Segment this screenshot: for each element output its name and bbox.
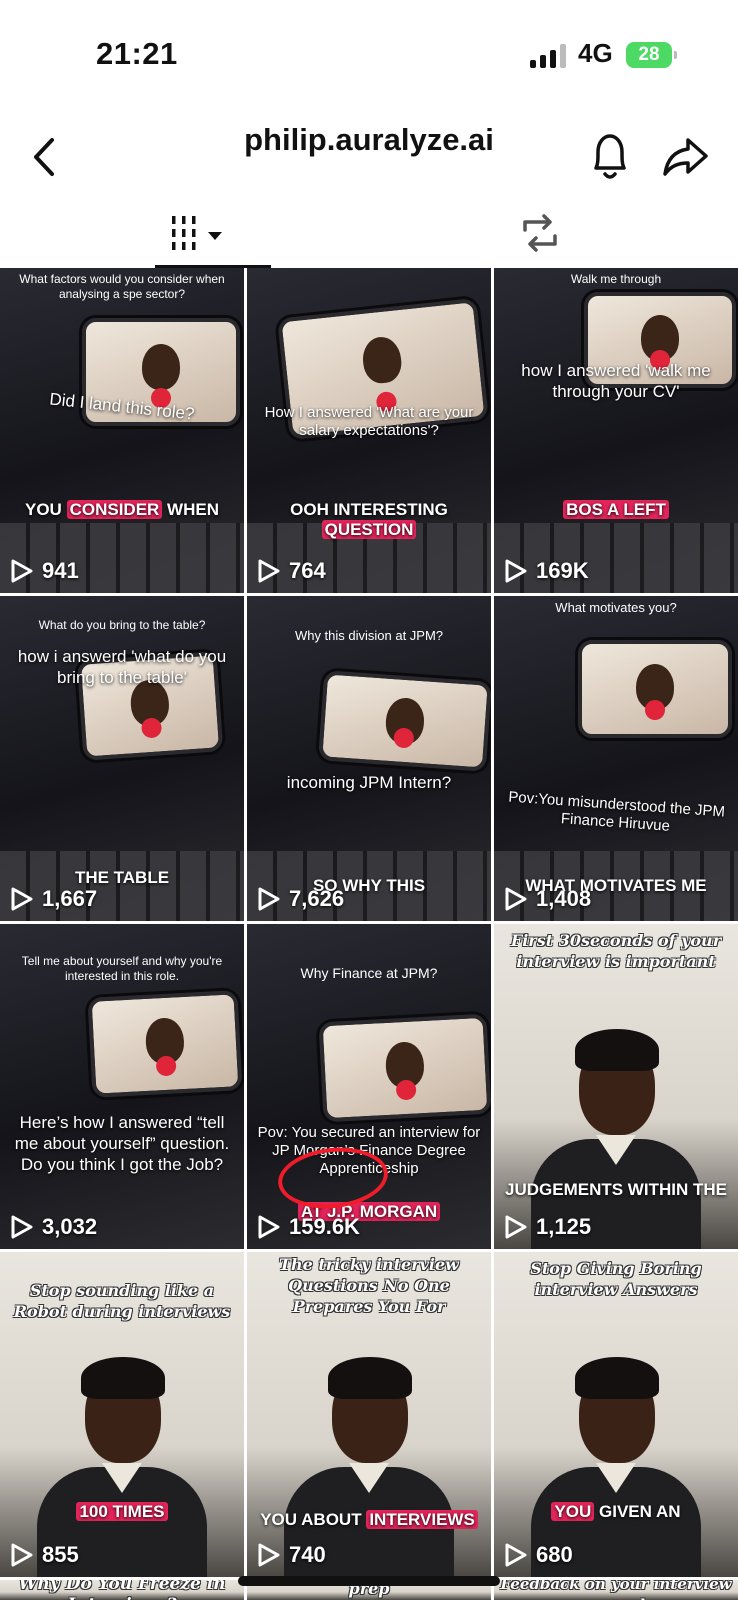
laptop-screen — [318, 670, 491, 772]
network-label: 4G — [578, 38, 613, 68]
play-icon — [505, 887, 527, 911]
play-icon — [11, 887, 33, 911]
play-icon — [258, 887, 280, 911]
video-headline: The tricky interview Questions No One Pr… — [279, 1255, 459, 1316]
video-caption: BOS A LEFT — [494, 500, 738, 520]
view-count: 159.6K — [257, 1213, 360, 1241]
play-icon — [258, 1543, 280, 1567]
play-icon — [11, 1543, 33, 1567]
laptop-screen — [318, 1013, 491, 1123]
status-time: 21:21 — [96, 36, 178, 71]
view-count: 3,032 — [10, 1213, 97, 1241]
laptop-screen — [87, 990, 243, 1098]
video-caption: YOU CONSIDER WHEN — [25, 500, 219, 519]
view-count: 1,125 — [504, 1213, 591, 1241]
video-question: Tell me about yourself and why you're in… — [21, 954, 223, 983]
video-tile[interactable]: The tricky interview Questions No One Pr… — [247, 1252, 491, 1577]
play-icon — [258, 559, 280, 583]
view-count: 855 — [10, 1541, 79, 1569]
video-tile[interactable]: Why this division at JPM? incoming JPM I… — [247, 596, 491, 921]
video-tile[interactable]: Walk me through how I answered 'walk me … — [494, 268, 738, 593]
video-caption: JUDGEMENTS WITHIN THE — [505, 1180, 727, 1199]
view-count: 941 — [10, 557, 79, 585]
signal-icon — [530, 44, 568, 68]
video-question: Walk me through — [570, 272, 662, 286]
video-caption: OOH INTERESTING QUESTION — [290, 500, 448, 539]
play-icon — [505, 1215, 527, 1239]
video-caption: 100 TIMES — [0, 1502, 244, 1522]
play-icon — [505, 1543, 527, 1567]
video-tile[interactable]: Why Finance at JPM? Pov: You secured an … — [247, 924, 491, 1249]
share-icon[interactable] — [660, 132, 710, 180]
play-icon — [11, 559, 33, 583]
view-count: 169K — [504, 557, 589, 585]
video-question: Why this division at JPM? — [294, 628, 444, 643]
video-question: What do you bring to the table? — [38, 618, 206, 632]
video-tile[interactable]: Stop Giving Boring interview Answers YOU… — [494, 1252, 738, 1577]
video-overlay-text: How I answered 'What are your salary exp… — [264, 404, 474, 439]
video-overlay-text: Here’s how I answered “tell me about you… — [14, 1113, 230, 1174]
view-count: 680 — [504, 1541, 573, 1569]
person-thumbnail — [37, 1327, 207, 1577]
view-count: 764 — [257, 557, 326, 585]
video-question: Why Finance at JPM? — [300, 965, 438, 981]
video-tile[interactable]: How I answered 'What are your salary exp… — [247, 268, 491, 593]
video-headline: Stop sounding like a Robot during interv… — [13, 1281, 231, 1321]
content-tabs — [0, 200, 738, 268]
video-headline: Why Do You Freeze in Interviews? — [18, 1580, 226, 1600]
repost-icon — [523, 214, 557, 252]
video-question: What factors would you consider when ana… — [19, 272, 225, 301]
home-indicator — [238, 1576, 500, 1586]
video-tile[interactable]: Tell me about yourself and why you're in… — [0, 924, 244, 1249]
person-thumbnail — [531, 1327, 701, 1577]
video-headline: Stop Giving Boring interview Answers — [530, 1259, 702, 1299]
video-overlay-text: how I answered 'walk me through your CV' — [521, 361, 711, 401]
person-thumbnail — [531, 999, 701, 1249]
video-tile[interactable]: Why Do You Freeze in Interviews? — [0, 1580, 244, 1600]
laptop-screen — [578, 640, 732, 738]
view-count: 1,408 — [504, 885, 591, 913]
video-tile[interactable]: Stop sounding like a Robot during interv… — [0, 1252, 244, 1577]
video-caption: YOU ABOUT INTERVIEWS — [247, 1510, 491, 1530]
profile-header: philip.auralyze.ai — [0, 110, 738, 200]
status-bar: 21:21 4G 28 — [0, 0, 738, 110]
video-question: What motivates you? — [555, 600, 677, 615]
video-tile[interactable]: Feedback on your interview answers made … — [494, 1580, 738, 1600]
video-tile[interactable]: What do you bring to the table? how i an… — [0, 596, 244, 921]
view-count: 1,667 — [10, 885, 97, 913]
video-tile[interactable]: What factors would you consider when ana… — [0, 268, 244, 593]
video-overlay-text: Pov: You secured an interview for JP Mor… — [257, 1124, 481, 1177]
view-count: 7,626 — [257, 885, 344, 913]
video-headline: Feedback on your interview answers made … — [500, 1580, 732, 1600]
play-icon — [11, 1215, 33, 1239]
video-overlay-text: incoming JPM Intern? — [286, 773, 452, 792]
video-caption: YOU GIVEN AN — [494, 1502, 738, 1522]
grid-dropdown-icon — [172, 216, 222, 250]
video-tile[interactable]: What motivates you? Pov:You misunderstoo… — [494, 596, 738, 921]
bell-icon[interactable] — [586, 128, 634, 184]
video-overlay-text: how i answerd 'what do you bring to the … — [17, 647, 227, 687]
play-icon — [505, 559, 527, 583]
battery-icon: 28 — [626, 42, 677, 68]
video-overlay-text: Pov:You misunderstood the JPM Finance Hi… — [507, 788, 726, 835]
video-headline: First 30seconds of your interview is imp… — [510, 931, 722, 971]
play-icon — [258, 1215, 280, 1239]
tab-videos[interactable] — [0, 200, 369, 268]
view-count: 740 — [257, 1541, 326, 1569]
tab-reposts[interactable] — [369, 200, 738, 268]
person-thumbnail — [284, 1327, 454, 1577]
video-tile[interactable]: First 30seconds of your interview is imp… — [494, 924, 738, 1249]
